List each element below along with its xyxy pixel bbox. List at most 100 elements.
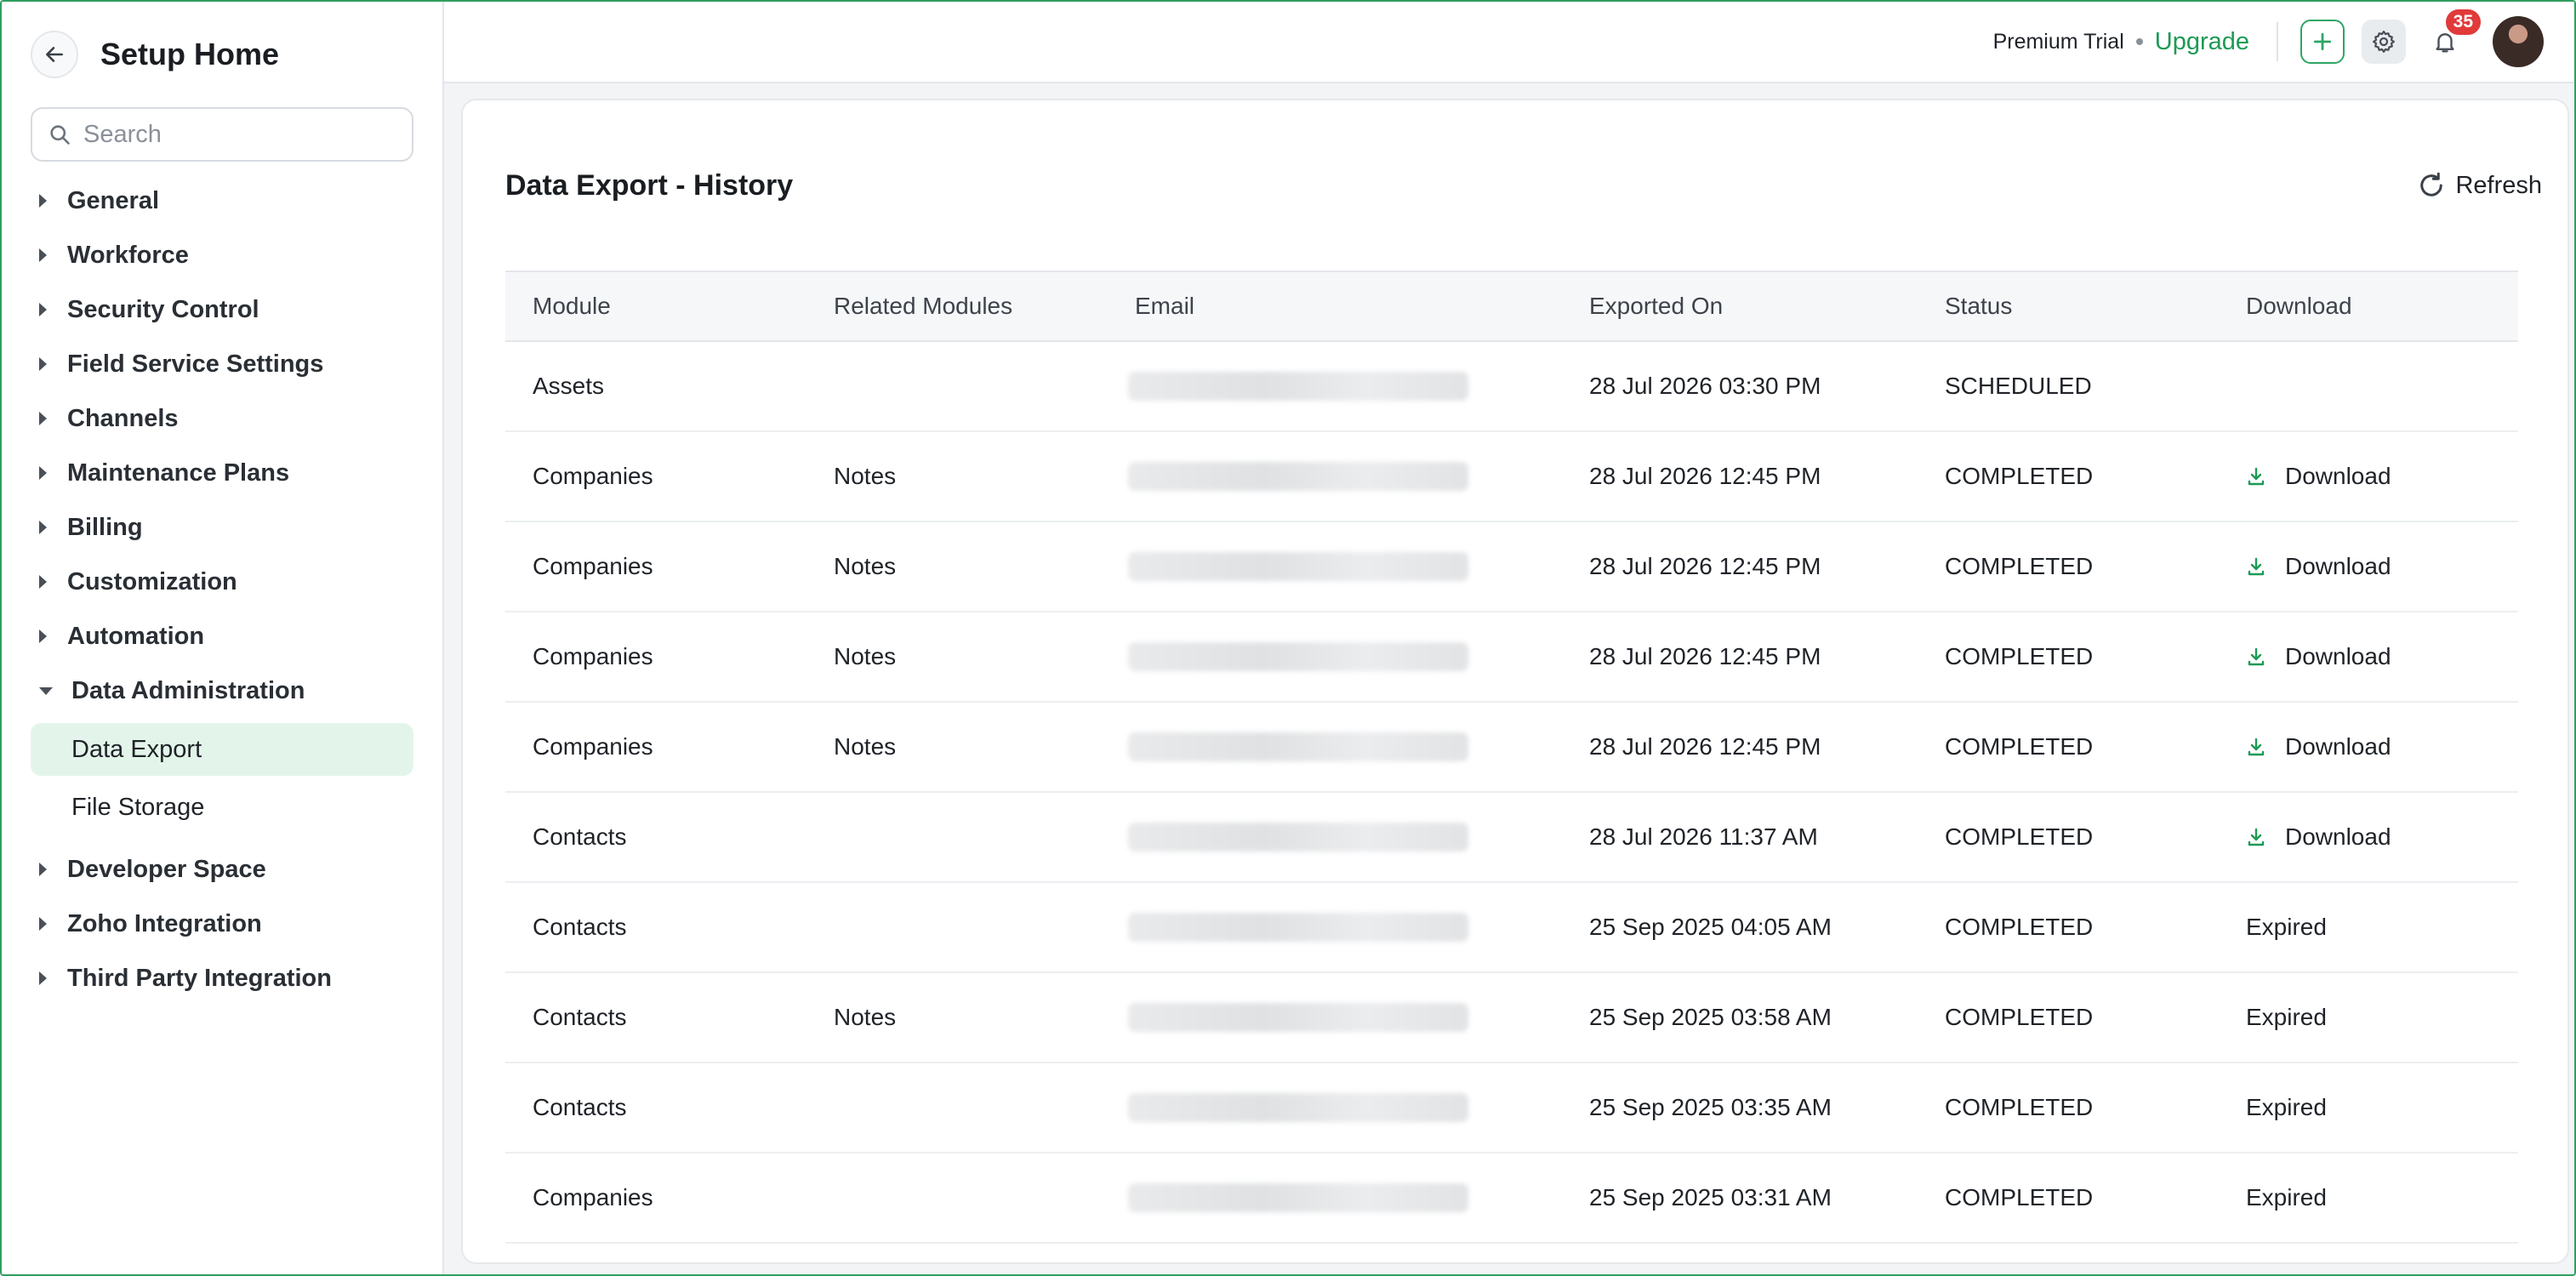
sidebar-subitem-file-storage[interactable]: File Storage	[31, 781, 413, 834]
cell-exported-on: 25 Sep 2025 03:58 AM	[1562, 972, 1918, 1063]
sidebar-item-automation[interactable]: Automation	[2, 609, 442, 664]
cell-related-modules: Notes	[806, 702, 1108, 793]
table-row: Companies Notes 28 Jul 2026 12:45 PM COMPLE…	[505, 612, 2518, 703]
notifications-button[interactable]: 35	[2423, 8, 2482, 64]
download-link[interactable]: Download	[2246, 643, 2518, 670]
sidebar-item-customization[interactable]: Customization	[2, 555, 442, 609]
cell-exported-on: 28 Jul 2026 12:45 PM	[1562, 612, 1918, 703]
cell-related-modules	[806, 1153, 1108, 1244]
table-row: Assets 28 Jul 2026 03:30 PM SCHEDULED	[505, 341, 2518, 432]
email-redacted	[1128, 372, 1468, 401]
caret-right-icon	[39, 575, 47, 589]
sidebar-item-general[interactable]: General	[2, 174, 442, 228]
export-history-card: Data Export - History Refresh Module Rel…	[461, 99, 2569, 1264]
cell-exported-on: 28 Jul 2026 12:45 PM	[1562, 702, 1918, 793]
cell-status: SCHEDULED	[1918, 341, 2219, 432]
cell-exported-on: 25 Sep 2025 03:31 AM	[1562, 1153, 1918, 1244]
divider	[2277, 22, 2278, 61]
sidebar-item-label: Field Service Settings	[67, 350, 324, 378]
caret-right-icon	[39, 521, 47, 534]
refresh-button[interactable]: Refresh	[2416, 170, 2542, 201]
app-window: Setup Home General Workforce Security Co…	[0, 0, 2576, 1276]
cell-email	[1108, 792, 1562, 883]
sidebar-title: Setup Home	[100, 37, 280, 71]
download-status: Expired	[2246, 1184, 2327, 1210]
plus-icon	[2313, 32, 2332, 51]
download-link[interactable]: Download	[2246, 733, 2518, 760]
cell-email	[1108, 521, 1562, 612]
sidebar-item-field-service-settings[interactable]: Field Service Settings	[2, 337, 442, 391]
back-button[interactable]	[31, 31, 78, 78]
upgrade-link[interactable]: Upgrade	[2155, 28, 2249, 56]
email-redacted	[1128, 642, 1468, 671]
download-icon	[2248, 557, 2265, 576]
cell-email	[1108, 341, 1562, 432]
cell-module: Companies	[505, 612, 806, 703]
back-arrow-icon	[46, 47, 63, 62]
cell-download	[2219, 341, 2518, 432]
cell-module: Companies	[505, 1153, 806, 1244]
cell-download: Expired	[2219, 882, 2518, 973]
email-redacted	[1128, 1093, 1468, 1122]
sidebar-item-billing[interactable]: Billing	[2, 500, 442, 555]
refresh-label: Refresh	[2455, 171, 2542, 199]
settings-button[interactable]	[2362, 20, 2406, 64]
sidebar-item-security-control[interactable]: Security Control	[2, 282, 442, 337]
download-link[interactable]: Download	[2246, 823, 2518, 851]
email-redacted	[1128, 1003, 1468, 1032]
download-status: Expired	[2246, 1004, 2327, 1030]
download-link[interactable]: Download	[2246, 553, 2518, 580]
sidebar-subitem-data-export[interactable]: Data Export	[31, 723, 413, 776]
search-input[interactable]	[83, 120, 407, 149]
cell-related-modules: Notes	[806, 521, 1108, 612]
top-bar: Premium Trial Upgrade 35	[444, 2, 2574, 83]
table-row: Companies 25 Sep 2025 03:31 AM COMPLETED Ex…	[505, 1153, 2518, 1244]
avatar[interactable]	[2493, 16, 2544, 67]
table-row: Contacts 25 Sep 2025 04:05 AM COMPLETED Exp…	[505, 882, 2518, 973]
column-header-related-modules: Related Modules	[834, 293, 1013, 319]
page-title: Data Export - History	[505, 168, 794, 202]
sidebar-item-workforce[interactable]: Workforce	[2, 228, 442, 282]
cell-email	[1108, 972, 1562, 1063]
cell-status: COMPLETED	[1918, 882, 2219, 973]
gear-icon	[2373, 31, 2395, 53]
cell-download: Expired	[2219, 1153, 2518, 1244]
cell-email	[1108, 1153, 1562, 1244]
cell-status: COMPLETED	[1918, 702, 2219, 793]
cell-status: COMPLETED	[1918, 521, 2219, 612]
download-status: Expired	[2246, 914, 2327, 940]
sidebar-item-label: Data Administration	[71, 676, 305, 704]
download-label: Download	[2285, 823, 2391, 850]
download-link[interactable]: Download	[2246, 463, 2518, 490]
sidebar-item-label: Workforce	[67, 241, 189, 269]
cell-module: Contacts	[505, 792, 806, 883]
sidebar-nav: General Workforce Security Control Field…	[2, 174, 442, 1005]
download-status: Expired	[2246, 1094, 2327, 1120]
sidebar-item-developer-space[interactable]: Developer Space	[2, 842, 442, 897]
search-field[interactable]	[31, 107, 413, 162]
sidebar-item-label: Automation	[67, 622, 205, 650]
sidebar-item-channels[interactable]: Channels	[2, 391, 442, 446]
search-icon	[50, 125, 70, 145]
cell-related-modules	[806, 882, 1108, 973]
cell-related-modules	[806, 1062, 1108, 1154]
email-redacted	[1128, 913, 1468, 942]
cell-related-modules	[806, 792, 1108, 883]
caret-right-icon	[39, 466, 47, 480]
sidebar-item-third-party-integration[interactable]: Third Party Integration	[2, 951, 442, 1005]
sidebar-item-label: Security Control	[67, 295, 259, 323]
main-area: Premium Trial Upgrade 35 Data Export - H…	[444, 2, 2574, 1274]
cell-module: Companies	[505, 702, 806, 793]
cell-download: Download	[2219, 702, 2518, 793]
sidebar-item-zoho-integration[interactable]: Zoho Integration	[2, 897, 442, 951]
email-redacted	[1128, 552, 1468, 581]
sidebar-item-maintenance-plans[interactable]: Maintenance Plans	[2, 446, 442, 500]
add-button[interactable]	[2300, 20, 2345, 64]
card-header: Data Export - History Refresh	[463, 100, 2567, 271]
cell-module: Assets	[505, 341, 806, 432]
sidebar-item-data-administration[interactable]: Data Administration	[2, 664, 442, 718]
cell-exported-on: 28 Jul 2026 12:45 PM	[1562, 521, 1918, 612]
download-icon	[2248, 828, 2265, 846]
sidebar-item-label: General	[67, 186, 159, 214]
download-icon	[2248, 467, 2265, 486]
